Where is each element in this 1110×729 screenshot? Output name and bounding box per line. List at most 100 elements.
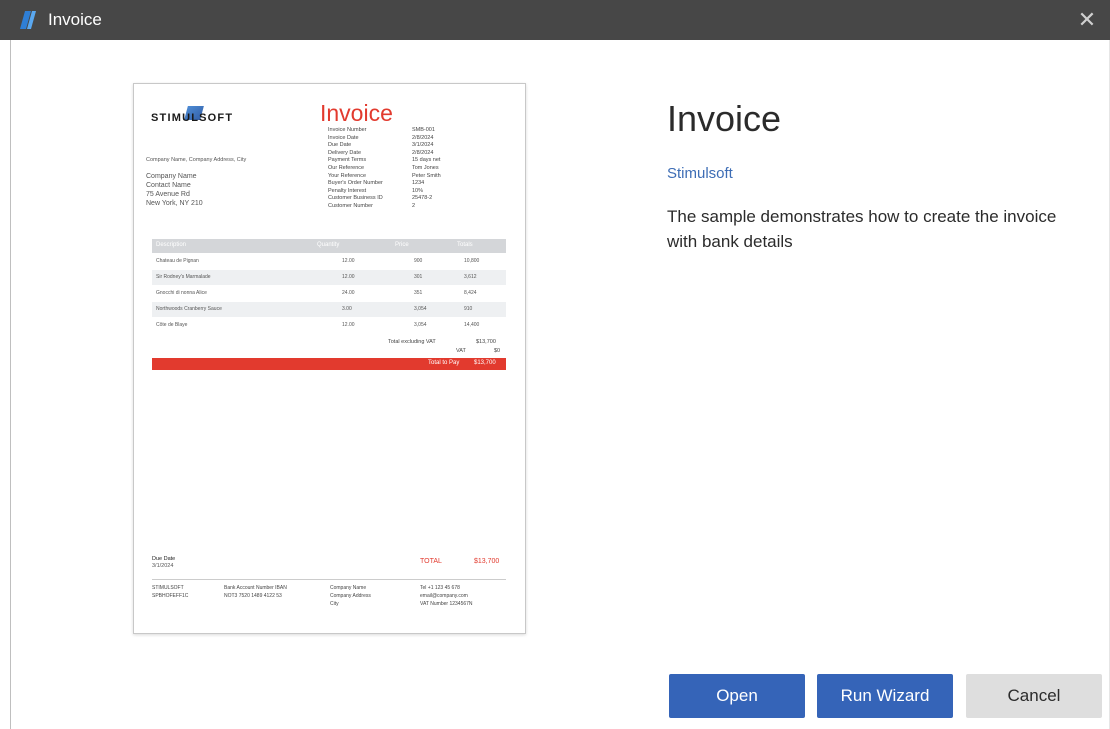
table-cell: 10,800: [464, 258, 480, 264]
table-cell: 3,054: [414, 306, 427, 312]
col-price: Price: [395, 242, 409, 248]
open-button[interactable]: Open: [669, 674, 805, 718]
table-cell: 24.00: [342, 290, 355, 296]
run-wizard-button[interactable]: Run Wizard: [817, 674, 953, 718]
footer-divider: [152, 579, 506, 580]
address-line: Company Name: [146, 173, 197, 180]
footer-text: Bank Account Number IBAN: [224, 585, 287, 591]
table-cell: 12.00: [342, 274, 355, 280]
col-quantity: Quantity: [317, 242, 340, 248]
meta-value: 2: [412, 203, 416, 209]
meta-value: 25478-2: [412, 195, 433, 202]
footer-text: City: [330, 601, 339, 607]
meta-value: 2/8/2024: [412, 149, 434, 156]
address-line: New York, NY 210: [146, 200, 203, 207]
table-cell: 3,054: [414, 322, 427, 328]
footer-text: STIMULSOFT: [152, 585, 184, 591]
invoice-meta-row: Your Reference Peter Smith: [328, 173, 441, 179]
table-cell: Côte de Blaye: [156, 322, 188, 328]
invoice-meta-row: Payment Terms 15 days net: [328, 157, 440, 163]
table-cell: 351: [414, 290, 423, 296]
table-cell: 3,612: [464, 274, 477, 280]
table-row: Sir Rodney's Marmalade 12.00 301 3,612: [152, 270, 506, 285]
footer-total-label: TOTAL: [420, 558, 442, 565]
app-logo-icon: [20, 11, 36, 29]
template-heading: Invoice: [667, 98, 782, 139]
table-cell: 8,424: [464, 290, 477, 296]
table-row: Chateau de Pignan 12.00 900 10,800: [152, 254, 506, 269]
table-row: Northwoods Cranberry Sauce 3.00 3,054 910: [152, 302, 506, 317]
table-row: Côte de Blaye 12.00 3,054 14,400: [152, 318, 506, 333]
meta-value: Tom Jones: [412, 165, 439, 171]
meta-key: Invoice Number: [328, 127, 367, 133]
footer-text: Company Name: [330, 585, 367, 591]
meta-key: Buyer's Order Number: [328, 180, 383, 187]
meta-key: Penalty Interest: [328, 187, 367, 194]
invoice-meta-row: Due Date 3/1/2024: [328, 142, 433, 148]
total-to-pay-bar: Total to Pay $13,700: [152, 358, 506, 370]
address-line: Contact Name: [146, 182, 191, 189]
meta-key: Your Reference: [328, 172, 367, 179]
subtotal-label: Total excluding VAT: [388, 339, 436, 345]
items-table-header: Description Quantity Price Totals: [152, 239, 506, 253]
invoice-meta-row: Customer Number 2: [328, 203, 415, 209]
meta-key: Our Reference: [328, 165, 365, 171]
col-totals: Totals: [457, 242, 473, 248]
invoice-meta-row: Penalty Interest 10%: [328, 188, 423, 194]
footer-text: NOT3 7520 1489 4122 53: [224, 593, 282, 599]
invoice-meta-row: Buyer's Order Number 1234: [328, 180, 424, 186]
invoice-meta-row: Customer Business ID 25478-2: [328, 195, 432, 201]
invoice-meta-row: Our Reference Tom Jones: [328, 165, 439, 171]
table-row: Gnocchi di nonna Alice 24.00 351 8,424: [152, 286, 506, 301]
footer-text: SPBHOFEFF1C: [152, 593, 189, 599]
window-border: [10, 40, 11, 729]
table-cell: Gnocchi di nonna Alice: [156, 290, 207, 296]
table-cell: 3.00: [342, 306, 352, 312]
table-cell: 900: [414, 258, 423, 264]
invoice-meta-row: Delivery Date 2/8/2024: [328, 150, 433, 156]
meta-key: Customer Number: [328, 203, 373, 209]
footer-col-address: Company Name Company Address City: [330, 584, 371, 608]
footer-text: Tel +1 123 45 678: [420, 585, 460, 591]
cancel-button[interactable]: Cancel: [966, 674, 1102, 718]
meta-value: Peter Smith: [412, 172, 441, 179]
template-author: Stimulsoft: [667, 165, 733, 182]
footer-col-contact: Tel +1 123 45 678 email@company.com VAT …: [420, 584, 473, 608]
meta-key: Payment Terms: [328, 157, 367, 164]
footer-text: email@company.com: [420, 593, 468, 599]
preview-logo: STIMULSOFT: [151, 112, 234, 124]
meta-value: 2/8/2024: [412, 134, 434, 141]
window-title: Invoice: [48, 10, 102, 29]
table-cell: 301: [414, 274, 423, 280]
table-cell: Chateau de Pignan: [156, 258, 199, 264]
address-line: 75 Avenue Rd: [146, 191, 190, 198]
meta-key: Customer Business ID: [328, 195, 383, 202]
footer-text: VAT Number 1234567N: [420, 601, 473, 607]
meta-value: 15 days net: [412, 157, 441, 164]
close-button[interactable]: ✕: [1064, 0, 1110, 40]
invoice-meta-row: Invoice Date 2/8/2024: [328, 135, 433, 141]
footer-col-bank: Bank Account Number IBAN NOT3 7520 1489 …: [224, 584, 287, 600]
due-date-value: 3/1/2024: [152, 563, 174, 569]
table-cell: 14,400: [464, 322, 480, 328]
table-cell: Sir Rodney's Marmalade: [156, 274, 211, 280]
template-description: The sample demonstrates how to create th…: [667, 207, 1057, 251]
meta-value: 10%: [412, 187, 424, 194]
footer-col-company: STIMULSOFT SPBHOFEFF1C: [152, 584, 188, 600]
subtotal-value: $13,700: [476, 339, 496, 345]
table-cell: 12.00: [342, 258, 355, 264]
meta-key: Due Date: [328, 142, 352, 149]
total-to-pay-value: $13,700: [474, 360, 496, 366]
meta-key: Invoice Date: [328, 134, 359, 141]
report-preview: STIMULSOFT Invoice Invoice Number SMB-001…: [133, 83, 526, 634]
due-date-label: Due Date: [152, 556, 176, 562]
meta-key: Delivery Date: [328, 149, 362, 156]
vat-label: VAT: [456, 348, 466, 354]
title-bar: Invoice ✕: [0, 0, 1110, 40]
close-icon: ✕: [1077, 7, 1097, 32]
table-cell: 910: [464, 306, 473, 312]
meta-value: 3/1/2024: [412, 142, 434, 149]
vat-value: $0: [494, 348, 501, 354]
footer-text: Company Address: [330, 593, 371, 599]
footer-total-value: $13,700: [474, 558, 500, 565]
